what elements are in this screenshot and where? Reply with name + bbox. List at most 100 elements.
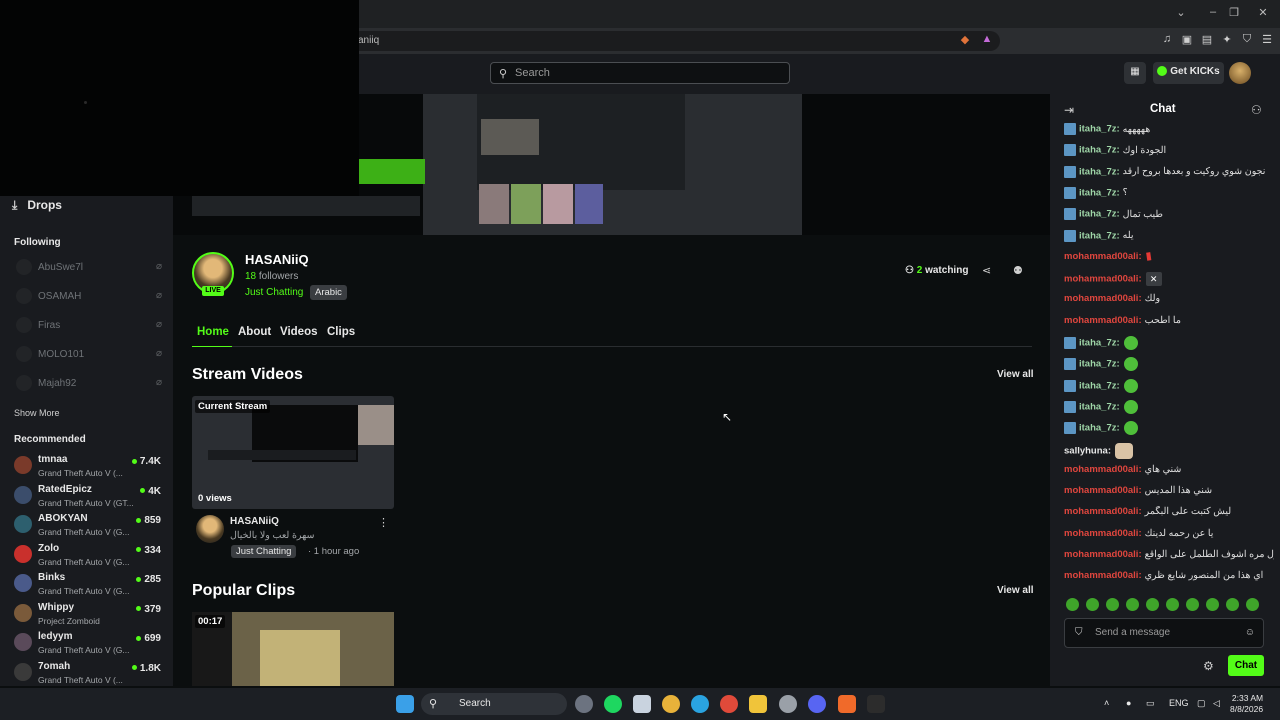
- floating-video-overlay[interactable]: [0, 0, 359, 196]
- popular-clips-view-all[interactable]: View all: [997, 585, 1034, 596]
- address-bar[interactable]: aniiq: [340, 31, 1000, 51]
- speaker-icon[interactable]: ◁: [1213, 698, 1220, 709]
- brave-rewards-icon[interactable]: ▲: [980, 33, 994, 47]
- chat-username[interactable]: itaha_7z:: [1079, 423, 1120, 434]
- chat-username[interactable]: itaha_7z:: [1079, 124, 1120, 135]
- video-author-avatar[interactable]: [196, 515, 224, 543]
- sidebar-recommended-item[interactable]: Binks Grand Theft Auto V (G... 285: [14, 570, 164, 600]
- sidebar-following-item[interactable]: Majah92 ⌀: [16, 373, 166, 395]
- chat-username[interactable]: mohammad00ali:: [1064, 251, 1142, 262]
- epic-games-icon[interactable]: [867, 695, 885, 713]
- sidebar-recommended-item[interactable]: 7omah Grand Theft Auto V (... 1.8K: [14, 659, 164, 689]
- chevron-up-icon[interactable]: ˄: [1104, 698, 1109, 708]
- sidebar-following-item[interactable]: AbuSwe7l ⌀: [16, 257, 166, 279]
- user-avatar[interactable]: [1229, 62, 1251, 84]
- video-category[interactable]: Just Chatting: [231, 545, 297, 558]
- emote-icon[interactable]: [1086, 598, 1099, 611]
- chat-username[interactable]: mohammad00ali:: [1064, 315, 1142, 326]
- chat-username[interactable]: itaha_7z:: [1079, 230, 1120, 241]
- chat-input[interactable]: ⛉ Send a message ☺: [1064, 618, 1264, 648]
- chat-username[interactable]: itaha_7z:: [1079, 380, 1120, 391]
- music-icon[interactable]: ♫: [1160, 33, 1174, 47]
- file-explorer-icon[interactable]: [749, 695, 767, 713]
- chat-username[interactable]: itaha_7z:: [1079, 166, 1120, 177]
- emote-icon[interactable]: [1166, 598, 1179, 611]
- sidebar-recommended-item[interactable]: Zolo Grand Theft Auto V (G... 334: [14, 541, 164, 571]
- network-icon[interactable]: ▢: [1197, 698, 1206, 709]
- chat-username[interactable]: mohammad00ali:: [1064, 464, 1142, 475]
- share-icon[interactable]: ⋖: [982, 264, 991, 277]
- sidebar-toggle-icon[interactable]: ▣: [1180, 33, 1194, 47]
- sidebar-recommended-item[interactable]: tmnaa Grand Theft Auto V (... 7.4K: [14, 452, 164, 482]
- chat-username[interactable]: mohammad00ali:: [1064, 506, 1142, 517]
- chat-username[interactable]: itaha_7z:: [1079, 209, 1120, 220]
- collapse-chat-icon[interactable]: ⇥: [1064, 103, 1074, 117]
- sidebar-recommended-item[interactable]: ABOKYAN Grand Theft Auto V (G... 859: [14, 511, 164, 541]
- sidebar-following-item[interactable]: Firas ⌀: [16, 315, 166, 337]
- telegram-icon[interactable]: [691, 695, 709, 713]
- chat-username[interactable]: mohammad00ali:: [1064, 485, 1142, 496]
- sidebar-following-item[interactable]: MOLO101 ⌀: [16, 344, 166, 366]
- chat-username[interactable]: itaha_7z:: [1079, 338, 1120, 349]
- restore-icon[interactable]: –: [1206, 6, 1220, 20]
- vpn-icon[interactable]: ⛉: [1240, 33, 1254, 47]
- chat-username[interactable]: mohammad00ali:: [1064, 570, 1142, 581]
- gear-icon[interactable]: ⚙: [1203, 659, 1214, 673]
- emote-icon[interactable]: [1186, 598, 1199, 611]
- chat-username[interactable]: mohammad00ali:: [1064, 293, 1142, 304]
- emote-icon[interactable]: [1126, 598, 1139, 611]
- chat-send-button[interactable]: Chat: [1228, 655, 1264, 676]
- browse-button[interactable]: ▦: [1124, 62, 1146, 84]
- menu-icon[interactable]: ☰: [1260, 33, 1274, 47]
- add-friend-icon[interactable]: ⚉: [1013, 264, 1023, 277]
- emote-icon[interactable]: [1226, 598, 1239, 611]
- obs-icon[interactable]: [779, 695, 797, 713]
- wallet-icon[interactable]: ▤: [1200, 33, 1214, 47]
- language-tag[interactable]: Arabic: [310, 285, 347, 300]
- stream-videos-view-all[interactable]: View all: [997, 369, 1034, 380]
- sidebar-recommended-item[interactable]: RatedEpicz Grand Theft Auto V (GT... 4K: [14, 482, 164, 512]
- sidebar-recommended-item[interactable]: ledyym Grand Theft Auto V (G... 699: [14, 629, 164, 659]
- language-indicator[interactable]: ENG: [1169, 698, 1189, 708]
- microphone-icon[interactable]: ●: [1126, 698, 1131, 708]
- windows-start-icon[interactable]: [396, 695, 414, 713]
- chat-username[interactable]: sallyhuna:: [1064, 445, 1111, 456]
- chat-users-icon[interactable]: ⚇: [1251, 103, 1262, 117]
- sidebar-following-item[interactable]: OSAMAH ⌀: [16, 286, 166, 308]
- tab-videos[interactable]: Videos: [280, 326, 318, 338]
- emoji-icon[interactable]: ☺: [1245, 627, 1255, 638]
- emote-icon[interactable]: [1146, 598, 1159, 611]
- show-more-link[interactable]: Show More: [14, 408, 60, 418]
- emote-icon[interactable]: [1106, 598, 1119, 611]
- taskbar-search[interactable]: ⚲ Search: [421, 693, 567, 715]
- brave-shield-icon[interactable]: ◆: [958, 33, 972, 47]
- sidebar-recommended-item[interactable]: Whippy Project Zomboid 379: [14, 600, 164, 630]
- chat-username[interactable]: itaha_7z:: [1079, 401, 1120, 412]
- video-title[interactable]: سهرة لعب ولا بالخيال: [230, 530, 315, 541]
- leo-icon[interactable]: ✦: [1220, 33, 1234, 47]
- chat-username[interactable]: mohammad00ali:: [1064, 549, 1142, 560]
- tab-home[interactable]: Home: [197, 326, 229, 338]
- tab-clips[interactable]: Clips: [327, 326, 355, 338]
- emote-icon[interactable]: [1246, 598, 1259, 611]
- more-options-icon[interactable]: ⋮: [378, 516, 389, 529]
- close-icon[interactable]: ✕: [1256, 6, 1270, 20]
- chat-username[interactable]: mohammad00ali:: [1064, 528, 1142, 539]
- chat-username[interactable]: itaha_7z:: [1079, 187, 1120, 198]
- minimize-icon[interactable]: ⌄: [1174, 6, 1188, 20]
- emote-icon[interactable]: [1066, 598, 1079, 611]
- browser-app-icon[interactable]: [662, 695, 680, 713]
- sidebar-item-drops[interactable]: ⤓ Drops: [12, 198, 62, 213]
- tab-about[interactable]: About: [238, 326, 271, 338]
- chat-username[interactable]: itaha_7z:: [1079, 359, 1120, 370]
- brave-icon[interactable]: [838, 695, 856, 713]
- chat-username[interactable]: itaha_7z:: [1079, 145, 1120, 156]
- chrome-icon[interactable]: [720, 695, 738, 713]
- get-kicks-button[interactable]: Get KICKs: [1153, 62, 1224, 84]
- restore-window-icon[interactable]: ❐: [1227, 6, 1241, 20]
- search-input[interactable]: ⚲ Search: [490, 62, 790, 84]
- snipping-tool-icon[interactable]: [633, 695, 651, 713]
- spotify-icon[interactable]: [604, 695, 622, 713]
- keyboard-icon[interactable]: ▭: [1146, 698, 1155, 709]
- emote-icon[interactable]: [1206, 598, 1219, 611]
